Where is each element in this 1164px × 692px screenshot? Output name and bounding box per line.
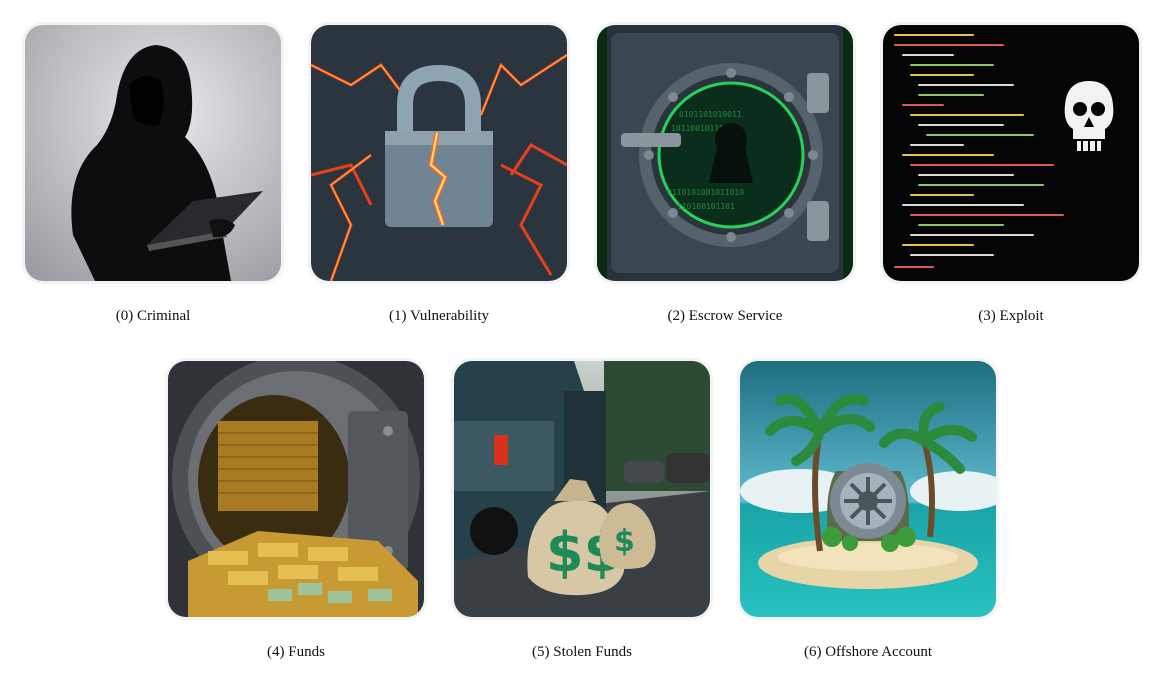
stolen-funds-caption: (5) Stolen Funds <box>531 644 632 660</box>
svg-text:0101101010011: 0101101010011 <box>679 110 742 119</box>
svg-text:$: $ <box>614 524 635 559</box>
hooded-hacker-icon <box>25 25 281 281</box>
exploit-image <box>883 25 1139 281</box>
svg-text:110100101101: 110100101101 <box>677 202 735 211</box>
exploit-caption: (3) Exploit <box>978 308 1044 324</box>
criminal-image <box>25 25 281 281</box>
funds-image <box>168 361 424 617</box>
stolen-funds-image: $$ $ <box>454 361 710 617</box>
escrow-service-caption: (2) Escrow Service <box>667 308 783 324</box>
offshore-account-caption: (6) Offshore Account <box>803 644 933 660</box>
svg-text:0110101001011010: 0110101001011010 <box>667 188 744 197</box>
vulnerability-caption: (1) Vulnerability <box>388 308 490 324</box>
money-bags-van-icon: $$ $ <box>454 361 710 617</box>
vulnerability-image <box>311 25 567 281</box>
criminal-caption: (0) Criminal <box>115 308 191 324</box>
digital-vault-door-icon: 0101101010011 10110010110101 01101010010… <box>597 25 853 281</box>
offshore-account-image <box>740 361 996 617</box>
code-with-skull-icon <box>883 25 1139 281</box>
funds-caption: (4) Funds <box>267 644 325 660</box>
escrow-service-image: 0101101010011 10110010110101 01101010010… <box>597 25 853 281</box>
island-vault-icon <box>740 361 996 617</box>
gold-vault-icon <box>168 361 424 617</box>
cracked-padlock-icon <box>311 25 567 281</box>
